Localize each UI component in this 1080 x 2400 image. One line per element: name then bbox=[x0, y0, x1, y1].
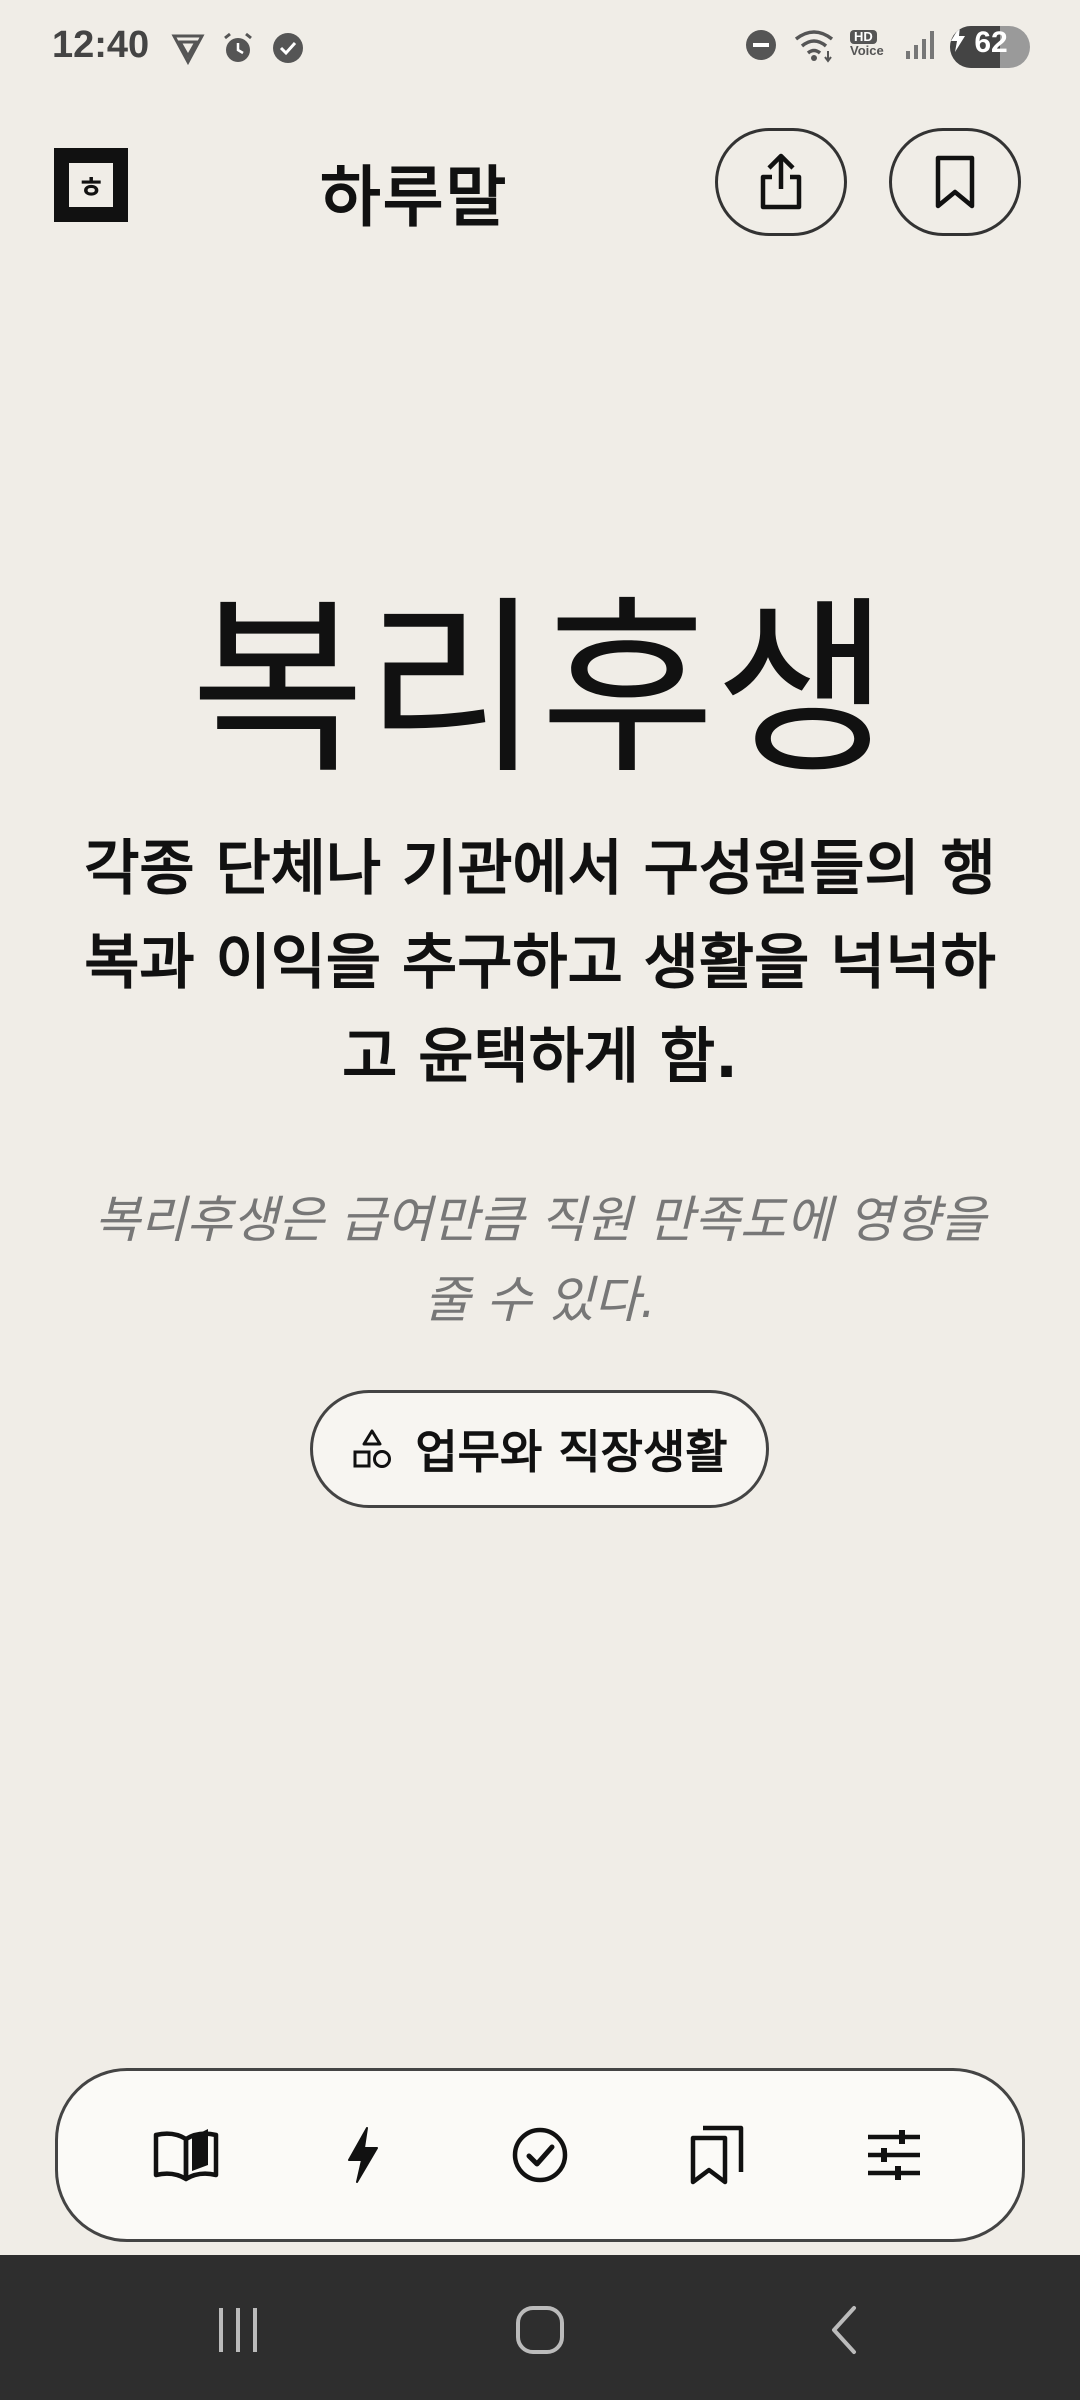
status-left-icons bbox=[170, 30, 306, 70]
vpn-shield-icon bbox=[170, 30, 206, 70]
charging-bolt-icon bbox=[951, 26, 965, 52]
nav-dictionary[interactable] bbox=[136, 2105, 236, 2205]
nav-bookmarks[interactable] bbox=[667, 2105, 767, 2205]
status-time: 12:40 bbox=[52, 24, 150, 66]
hd-voice-icon: HD Voice bbox=[850, 30, 890, 64]
share-button[interactable] bbox=[715, 128, 847, 236]
bookmark-icon bbox=[935, 155, 975, 209]
voice-label: Voice bbox=[850, 43, 884, 58]
logo-glyph: ㅎ bbox=[69, 163, 113, 207]
app-logo[interactable]: ㅎ bbox=[54, 148, 128, 222]
wifi-icon bbox=[792, 27, 836, 67]
bookmark-button[interactable] bbox=[889, 128, 1021, 236]
battery-level: 62 bbox=[974, 26, 1008, 59]
word-term: 복리후생 bbox=[190, 579, 890, 800]
check-circle-icon bbox=[512, 2127, 568, 2183]
bottom-nav bbox=[55, 2068, 1025, 2242]
book-icon bbox=[154, 2129, 219, 2182]
nav-settings[interactable] bbox=[844, 2105, 944, 2205]
sliders-icon bbox=[867, 2130, 920, 2180]
status-right-icons: HD Voice 62 bbox=[744, 26, 1030, 68]
home-icon bbox=[516, 2306, 564, 2354]
home-button[interactable] bbox=[500, 2295, 580, 2365]
app-title: 하루말 bbox=[320, 159, 509, 236]
signal-icon bbox=[904, 29, 936, 65]
bookmarks-icon bbox=[690, 2125, 744, 2185]
back-icon bbox=[832, 2306, 856, 2354]
back-button[interactable] bbox=[804, 2295, 884, 2365]
app-header: ㅎ 하루말 bbox=[0, 120, 1080, 250]
system-nav-bar bbox=[0, 2255, 1080, 2400]
nav-quick[interactable] bbox=[313, 2105, 413, 2205]
category-label: 업무와 직장생활 bbox=[415, 1425, 728, 1479]
shapes-icon bbox=[353, 1429, 392, 1468]
alarm-icon bbox=[220, 30, 256, 70]
battery-icon: 62 bbox=[950, 26, 1030, 68]
check-badge-icon bbox=[270, 30, 306, 70]
category-chip[interactable]: 업무와 직장생활 bbox=[310, 1390, 769, 1508]
recents-button[interactable] bbox=[198, 2295, 278, 2365]
nav-quiz[interactable] bbox=[490, 2105, 590, 2205]
hd-label: HD bbox=[850, 30, 877, 44]
recents-icon bbox=[219, 2308, 257, 2352]
lightning-icon bbox=[348, 2127, 379, 2183]
do-not-disturb-icon bbox=[744, 28, 778, 66]
status-bar: 12:40 HD Voice 62 bbox=[0, 0, 1080, 96]
share-icon bbox=[760, 153, 802, 210]
example-sentence: 복리후생은 급여만큼 직원 만족도에 영향을 줄 수 있다. bbox=[94, 1191, 986, 1329]
word-definition: 각종 단체나 기관에서 구성원들의 행복과 이익을 추구하고 생활을 넉넉하고 … bbox=[84, 834, 996, 1092]
